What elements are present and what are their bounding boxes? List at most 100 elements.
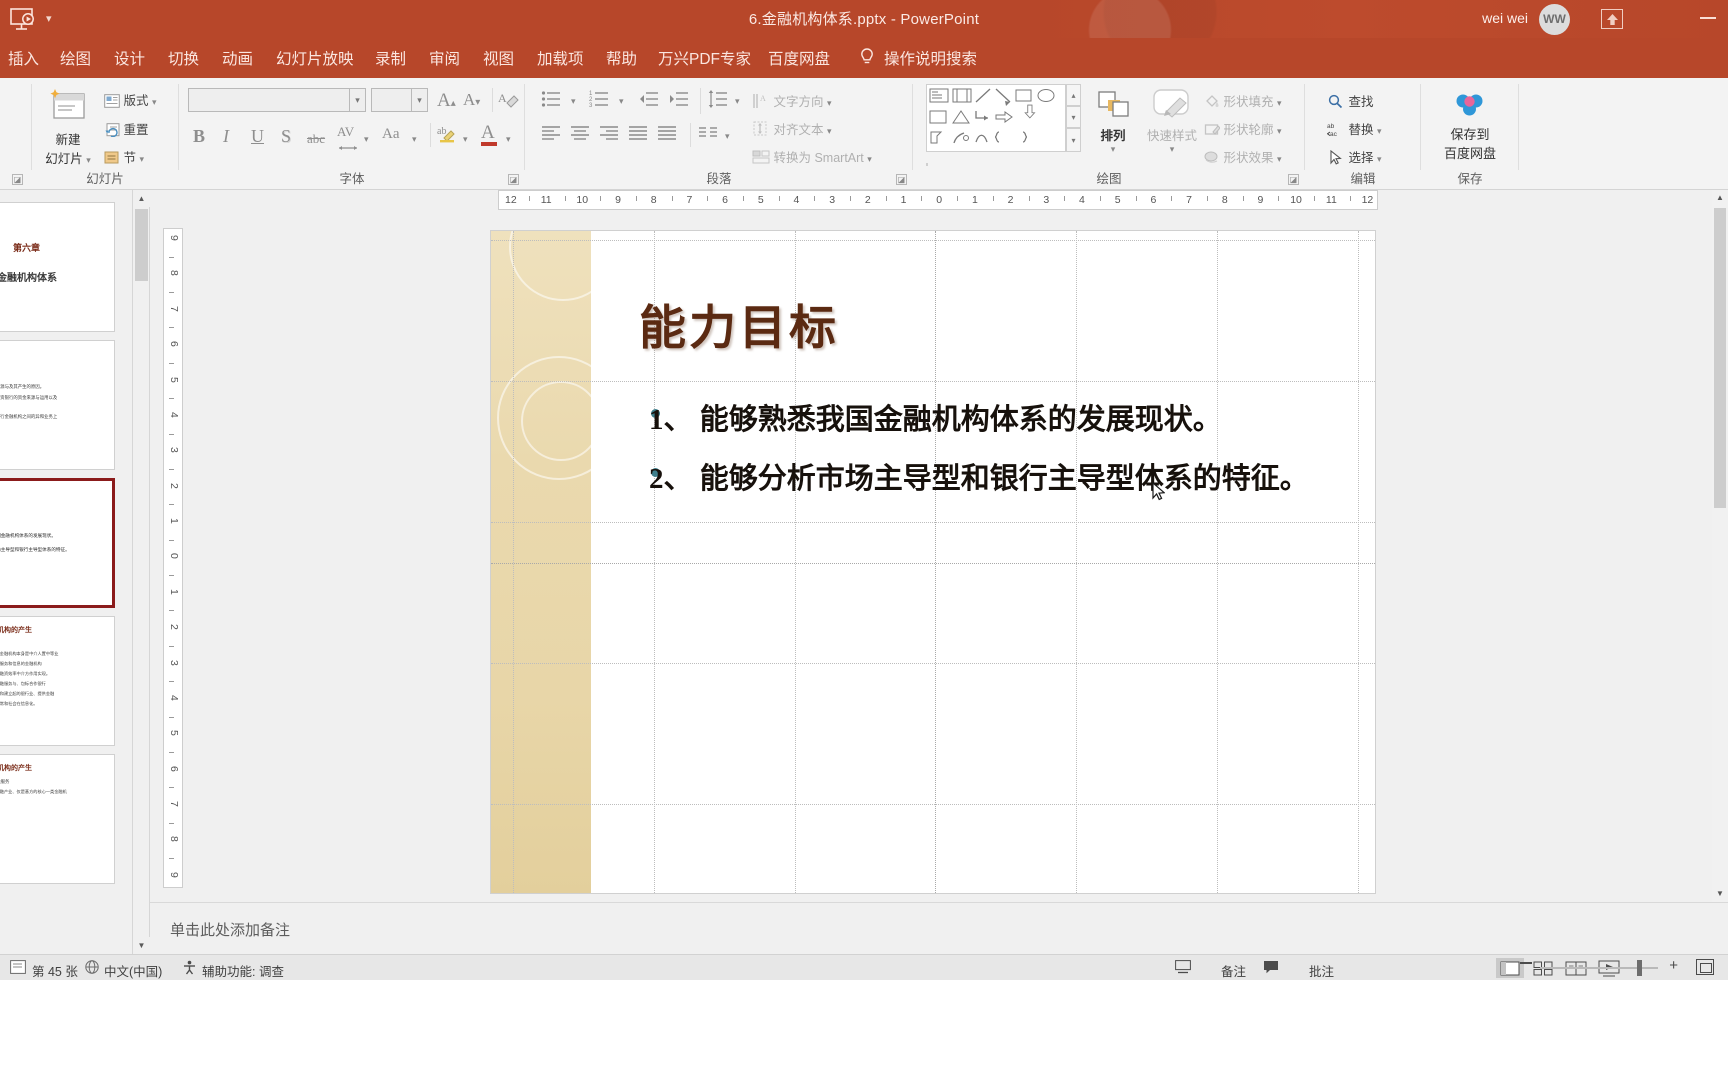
shape-fill-button[interactable]: 形状填充 ▾ <box>1204 91 1282 110</box>
tab-wondershare-pdf[interactable]: 万兴PDF专家 <box>658 47 751 69</box>
slide-bullet-1[interactable]: 1、 能够熟悉我国金融机构体系的发展现状。 <box>649 396 1222 438</box>
align-left-icon[interactable] <box>541 125 561 144</box>
slides-dialog-launcher[interactable]: ◪ <box>12 174 23 185</box>
slide-canvas[interactable]: 能力目标 1、 能够熟悉我国金融机构体系的发展现状。 2、 能够分析市场主导型和… <box>490 230 1376 894</box>
comment-icon[interactable] <box>1263 960 1279 979</box>
convert-to-smartart-button[interactable]: 转换为 SmartArt ▾ <box>752 147 872 166</box>
language-label[interactable]: 中文(中国) <box>104 961 162 980</box>
shape-outline-button[interactable]: 形状轮廓 ▾ <box>1204 119 1282 138</box>
thumbnail-slide-5[interactable]: 金融机构的产生 是的金融服务 亿元的金融产业、仅是基方的核心一类金融机 <box>0 754 115 884</box>
tab-draw[interactable]: 绘图 <box>60 47 91 69</box>
slide-count-label[interactable]: 第 45 张 <box>32 961 78 980</box>
decrease-indent-icon[interactable] <box>639 90 659 111</box>
font-size-caret[interactable]: ▾ <box>411 89 427 111</box>
font-name-caret[interactable]: ▾ <box>349 89 365 111</box>
select-button[interactable]: 选择 ▾ <box>1327 147 1382 166</box>
slide-title-text[interactable]: 能力目标 <box>639 289 839 358</box>
line-spacing-icon[interactable] <box>708 90 728 111</box>
comments-button[interactable]: 批注 <box>1309 961 1334 980</box>
distribute-icon[interactable] <box>657 125 677 144</box>
section-button[interactable]: 节 ▾ <box>104 147 144 166</box>
layout-button[interactable]: 版式 ▾ <box>104 90 157 109</box>
increase-indent-icon[interactable] <box>669 90 689 111</box>
tab-transitions[interactable]: 切换 <box>168 47 199 69</box>
thumb-scroll-down-arrow[interactable]: ▼ <box>133 937 150 954</box>
zoom-slider-handle[interactable] <box>1637 960 1642 976</box>
thumbnail-slide-1[interactable]: 第六章 金融机构体系 <box>0 202 115 332</box>
font-color-button[interactable]: A <box>481 122 497 146</box>
scroll-handle[interactable] <box>1714 208 1726 508</box>
tab-addins[interactable]: 加载项 <box>537 47 584 69</box>
tab-design[interactable]: 设计 <box>114 47 145 69</box>
ribbon-display-options-icon[interactable] <box>1601 9 1623 29</box>
tab-animations[interactable]: 动画 <box>222 47 253 69</box>
scroll-up-arrow[interactable]: ▲ <box>1712 190 1728 206</box>
zoom-out-button[interactable] <box>1520 962 1532 964</box>
thumbnail-slide-3[interactable]: 悉我国金融机构体系的发展现状。 析市场主导型和银行主导型体系的特征。 <box>0 478 115 608</box>
change-case-caret[interactable]: ▾ <box>412 134 417 145</box>
numbered-list-icon[interactable]: 1 2 3 <box>589 90 609 111</box>
bold-button[interactable]: B <box>193 126 205 147</box>
new-slide-button[interactable]: 新建 幻灯片 ▾ <box>32 86 104 167</box>
thumb-scroll-up-arrow[interactable]: ▲ <box>133 190 150 207</box>
notes-toggle-button[interactable]: 备注 <box>1221 961 1246 980</box>
horizontal-ruler[interactable]: 12 11 10 9 8 7 6 5 4 3 2 1 0 1 2 3 4 5 6 7 8 9 10 11 12 <box>498 190 1378 210</box>
thumbnail-scrollbar[interactable]: ▲ ▼ <box>133 190 150 954</box>
tab-insert[interactable]: 插入 <box>8 47 39 69</box>
columns-caret[interactable]: ▾ <box>725 131 730 142</box>
tab-record[interactable]: 录制 <box>375 47 406 69</box>
replace-button[interactable]: ab ac 替换 ▾ <box>1326 119 1382 138</box>
clear-formatting-icon[interactable]: A <box>498 89 520 114</box>
zoom-in-button[interactable]: + <box>1669 957 1678 974</box>
tab-slideshow[interactable]: 幻灯片放映 <box>276 47 354 69</box>
columns-icon[interactable] <box>698 125 718 144</box>
text-shadow-button[interactable]: S <box>281 126 291 147</box>
text-direction-button[interactable]: A 文字方向 ▾ <box>752 91 832 110</box>
reset-button[interactable]: 重置 <box>104 119 149 138</box>
account-name[interactable]: wei wei <box>1482 10 1528 26</box>
align-right-icon[interactable] <box>599 125 619 144</box>
find-button[interactable]: 查找 <box>1327 91 1374 110</box>
decrease-font-size-button[interactable]: A▾ <box>463 90 480 110</box>
accessibility-label[interactable]: 辅助功能: 调查 <box>202 961 284 980</box>
shape-gallery-scroll-down[interactable]: ▾ <box>1066 106 1081 128</box>
text-highlight-icon[interactable]: ab <box>437 123 459 150</box>
numbering-caret[interactable]: ▾ <box>619 96 624 107</box>
paragraph-dialog-launcher[interactable]: ◪ <box>896 174 907 185</box>
font-dialog-launcher[interactable]: ◪ <box>508 174 519 185</box>
notes-pane[interactable]: 单击此处添加备注 <box>150 902 1728 954</box>
shape-gallery-scroll-up[interactable]: ▴ <box>1066 84 1081 106</box>
tell-me-search-box[interactable]: 操作说明搜索 <box>884 47 977 69</box>
minimize-icon[interactable] <box>1700 17 1716 19</box>
quick-styles-button[interactable]: 快速样式 ▾ <box>1140 86 1204 155</box>
vertical-ruler[interactable]: 9 8 7 6 5 4 3 2 1 0 1 2 3 4 5 6 7 8 9 <box>163 228 183 888</box>
align-text-button[interactable]: 对齐文本 ▾ <box>752 119 832 138</box>
highlight-caret[interactable]: ▾ <box>463 134 468 145</box>
tab-view[interactable]: 视图 <box>483 47 514 69</box>
shape-gallery-more[interactable]: ▾ <box>1066 128 1081 152</box>
editor-vertical-scrollbar[interactable]: ▲ ▼ <box>1712 190 1728 902</box>
avatar[interactable]: WW <box>1539 4 1570 35</box>
tab-baidu-netdisk[interactable]: 百度网盘 <box>768 47 830 69</box>
fit-slide-to-window-button[interactable] <box>1696 959 1714 975</box>
bullet-list-icon[interactable] <box>541 90 561 111</box>
strikethrough-button[interactable]: abc <box>307 131 325 147</box>
font-color-caret[interactable]: ▾ <box>506 134 511 145</box>
tab-help[interactable]: 帮助 <box>606 47 637 69</box>
thumb-scroll-handle[interactable] <box>135 209 148 281</box>
italic-button[interactable]: I <box>223 126 229 147</box>
font-name-box[interactable]: ▾ <box>188 88 366 112</box>
slide-thumbnail-pane[interactable]: 第六章 金融机构体系 构的起源与及其产生的原因。 行和投资银行的资金来源与运用以… <box>0 190 133 954</box>
thumbnail-slide-4[interactable]: 金融机构的产生 一、 介机构、金融机构本身是中介人置中等业 要的金融服务和信息的… <box>0 616 115 746</box>
align-center-icon[interactable] <box>570 125 590 144</box>
bullets-caret[interactable]: ▾ <box>571 96 576 107</box>
line-spacing-caret[interactable]: ▾ <box>735 96 740 107</box>
slide-bullet-2[interactable]: 2、 能够分析市场主导型和银行主导型体系的特征。 <box>649 455 1309 497</box>
notes-icon[interactable] <box>1175 960 1191 979</box>
underline-button[interactable]: U <box>251 126 264 147</box>
increase-font-size-button[interactable]: A▴ <box>437 90 456 112</box>
shape-effects-button[interactable]: 形状效果 ▾ <box>1204 147 1282 166</box>
justify-icon[interactable] <box>628 125 648 144</box>
drawing-dialog-launcher[interactable]: ◪ <box>1288 174 1299 185</box>
notes-placeholder[interactable]: 单击此处添加备注 <box>170 919 290 940</box>
